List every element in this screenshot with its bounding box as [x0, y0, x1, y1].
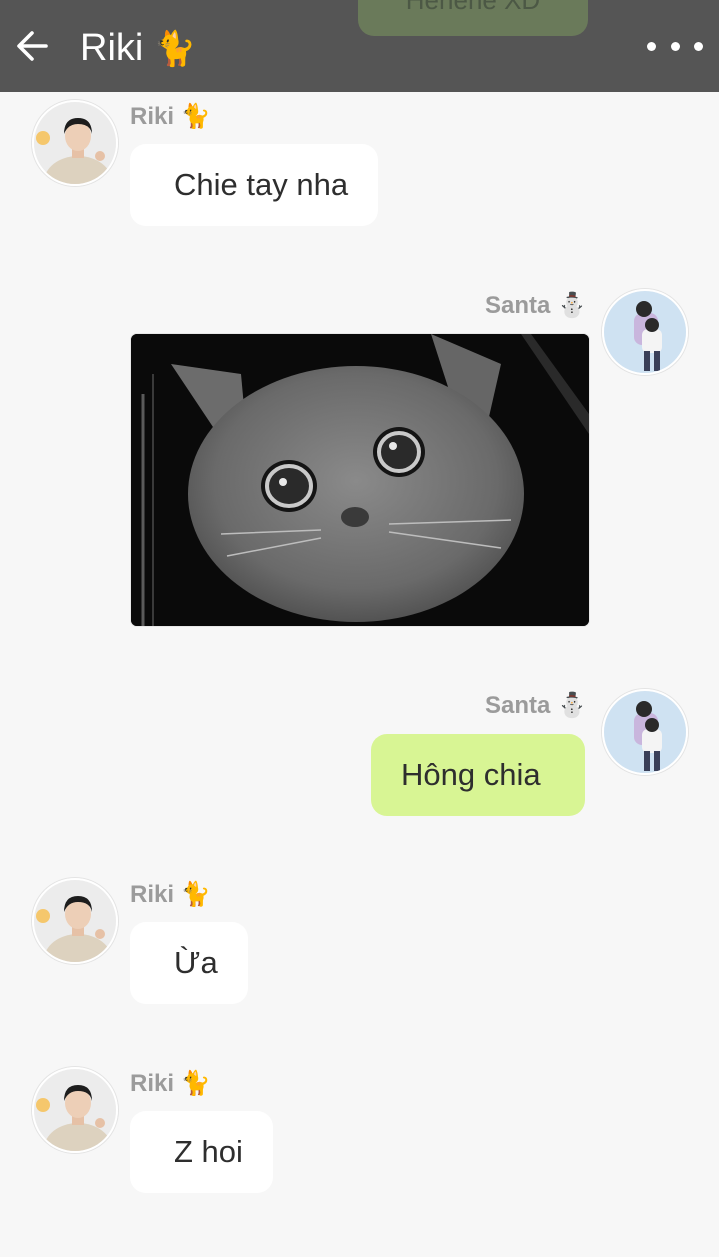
sender-name-text: Santa [485, 692, 551, 719]
sender-name: Riki 🐈 [130, 1069, 211, 1099]
sender-emoji: 🐈 [180, 103, 211, 130]
back-button[interactable] [10, 24, 54, 68]
avatar-riki[interactable] [32, 878, 118, 964]
message-bubble-incoming[interactable]: Z hoi [130, 1111, 273, 1193]
avatar-riki[interactable] [32, 1067, 118, 1153]
crying-cat-sticker [131, 334, 589, 626]
chat-title: Riki 🐈 [80, 24, 196, 73]
sender-name-text: Riki [130, 1070, 175, 1097]
image-message[interactable] [131, 334, 589, 626]
sender-name-text: Riki [130, 881, 175, 908]
more-dot [694, 41, 703, 51]
sender-emoji: ⛄ [557, 292, 587, 319]
sender-name: Riki 🐈 [130, 880, 211, 910]
chat-title-emoji: 🐈 [153, 30, 197, 68]
avatar-santa[interactable] [602, 689, 688, 775]
scrolled-message-text: Hehehe XD [405, 0, 541, 15]
sender-name: Santa ⛄ [485, 291, 587, 321]
scrolled-message-bubble: Hehehe XD [358, 0, 588, 36]
more-dots-icon [647, 41, 656, 51]
sender-emoji: ⛄ [557, 692, 587, 719]
sender-name-text: Riki [130, 103, 175, 130]
chat-title-name: Riki [80, 27, 144, 69]
avatar-riki[interactable] [32, 100, 118, 186]
sender-emoji: 🐈 [180, 881, 211, 908]
sender-emoji: 🐈 [180, 1070, 211, 1097]
more-options-button[interactable] [647, 30, 703, 62]
message-bubble-outgoing[interactable]: Hông chia [371, 734, 585, 816]
message-bubble-incoming[interactable]: Chie tay nha [130, 144, 379, 226]
message-bubble-incoming[interactable]: Ừa [130, 922, 248, 1004]
sender-name: Santa ⛄ [485, 691, 587, 721]
more-dot [670, 41, 680, 51]
sender-name-text: Santa [485, 292, 551, 319]
arrow-left-icon [17, 31, 48, 61]
avatar-santa[interactable] [602, 289, 688, 375]
sender-name: Riki 🐈 [130, 102, 211, 132]
